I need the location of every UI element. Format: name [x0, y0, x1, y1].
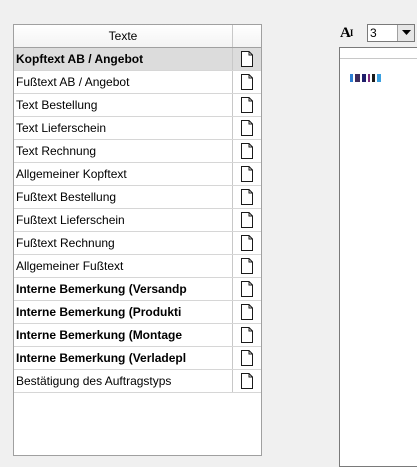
font-size-icon[interactable]: AI — [340, 24, 353, 42]
document-icon[interactable] — [233, 278, 261, 300]
editor-ruler — [340, 58, 417, 59]
list-item-label: Interne Bemerkung (Montage — [14, 324, 233, 346]
document-icon[interactable] — [233, 140, 261, 162]
document-icon[interactable] — [233, 347, 261, 369]
document-icon[interactable] — [233, 71, 261, 93]
list-item[interactable]: Allgemeiner Kopftext — [14, 163, 261, 186]
list-item[interactable]: Text Bestellung — [14, 94, 261, 117]
list-item-label: Bestätigung des Auftragstyps — [14, 370, 233, 392]
list-item-label: Fußtext Bestellung — [14, 186, 233, 208]
document-icon[interactable] — [233, 324, 261, 346]
font-size-select[interactable]: 3 — [367, 24, 415, 42]
list-item[interactable]: Text Lieferschein — [14, 117, 261, 140]
list-item-label: Text Bestellung — [14, 94, 233, 116]
document-icon[interactable] — [233, 255, 261, 277]
list-item[interactable]: Fußtext Rechnung — [14, 232, 261, 255]
column-header-icon[interactable] — [233, 25, 261, 47]
preview-glyph — [377, 74, 381, 82]
document-icon[interactable] — [233, 117, 261, 139]
preview-glyph — [362, 74, 366, 82]
column-header-texte[interactable]: Texte — [14, 25, 233, 47]
list-item-label: Text Rechnung — [14, 140, 233, 162]
list-item[interactable]: Interne Bemerkung (Verladepl — [14, 347, 261, 370]
preview-glyph — [350, 74, 353, 82]
document-icon[interactable] — [233, 163, 261, 185]
list-item[interactable]: Interne Bemerkung (Versandp — [14, 278, 261, 301]
list-item[interactable]: Allgemeiner Fußtext — [14, 255, 261, 278]
document-icon[interactable] — [233, 301, 261, 323]
list-item-label: Fußtext Lieferschein — [14, 209, 233, 231]
list-item[interactable]: Fußtext Bestellung — [14, 186, 261, 209]
list-item-label: Interne Bemerkung (Verladepl — [14, 347, 233, 369]
text-editor[interactable] — [339, 47, 417, 467]
list-item-label: Fußtext AB / Angebot — [14, 71, 233, 93]
document-icon[interactable] — [233, 232, 261, 254]
list-item-label: Interne Bemerkung (Produkti — [14, 301, 233, 323]
chevron-down-icon[interactable] — [397, 25, 414, 41]
list-rows: Kopftext AB / Angebot Fußtext AB / Angebo… — [14, 48, 261, 393]
list-item[interactable]: Fußtext Lieferschein — [14, 209, 261, 232]
document-icon[interactable] — [233, 370, 261, 392]
preview-glyph — [355, 74, 360, 82]
font-size-value: 3 — [370, 26, 377, 40]
list-item-label: Allgemeiner Kopftext — [14, 163, 233, 185]
list-item-label: Allgemeiner Fußtext — [14, 255, 233, 277]
list-header: Texte — [14, 25, 261, 48]
list-item[interactable]: Kopftext AB / Angebot — [14, 48, 261, 71]
preview-glyph — [368, 74, 370, 82]
document-icon[interactable] — [233, 48, 261, 70]
preview-glyph — [372, 74, 375, 82]
list-item-label: Interne Bemerkung (Versandp — [14, 278, 233, 300]
document-icon[interactable] — [233, 94, 261, 116]
list-item[interactable]: Interne Bemerkung (Produkti — [14, 301, 261, 324]
list-item[interactable]: Interne Bemerkung (Montage — [14, 324, 261, 347]
editor-content-preview — [350, 74, 381, 82]
list-item-label: Text Lieferschein — [14, 117, 233, 139]
list-item[interactable]: Bestätigung des Auftragstyps — [14, 370, 261, 393]
texts-list[interactable]: Texte Kopftext AB / Angebot Fußtext AB / … — [13, 24, 262, 456]
list-item-label: Kopftext AB / Angebot — [14, 48, 233, 70]
list-item[interactable]: Text Rechnung — [14, 140, 261, 163]
font-size-glyph-mark: I — [349, 28, 354, 38]
document-icon[interactable] — [233, 186, 261, 208]
list-item-label: Fußtext Rechnung — [14, 232, 233, 254]
document-icon[interactable] — [233, 209, 261, 231]
list-item[interactable]: Fußtext AB / Angebot — [14, 71, 261, 94]
